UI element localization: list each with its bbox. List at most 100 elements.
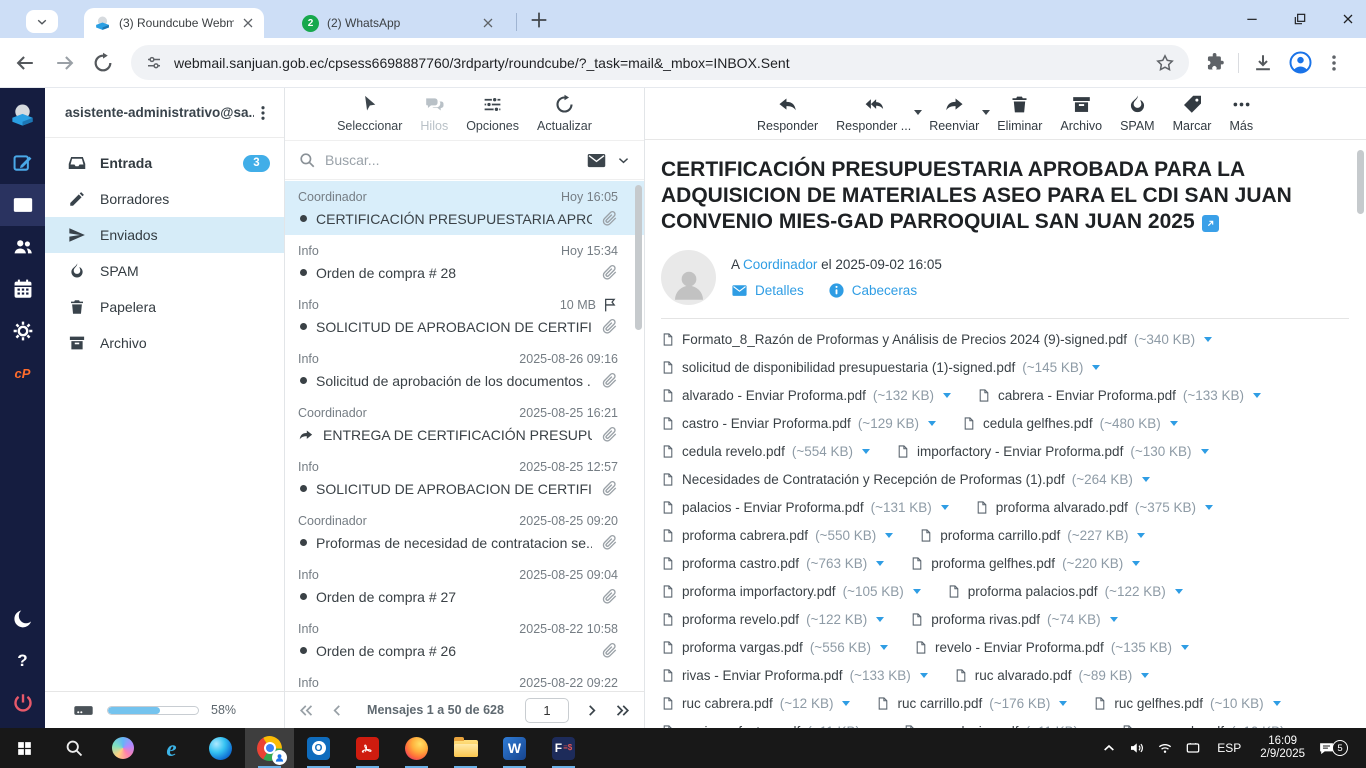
reload-button[interactable] <box>92 52 114 74</box>
page-number-input[interactable] <box>525 698 569 723</box>
attachment-menu-caret-icon[interactable] <box>920 673 928 678</box>
taskbar-search-button[interactable] <box>49 728 98 768</box>
tab-close-icon[interactable] <box>480 15 496 31</box>
attachment[interactable]: revelo - Enviar Proforma.pdf (~135 KB) <box>914 638 1189 657</box>
bookmark-star-icon[interactable] <box>1155 53 1175 73</box>
list-scrollbar[interactable] <box>635 185 642 330</box>
list-toolbar-button[interactable]: Seleccionar <box>337 94 402 140</box>
folder-item[interactable]: Entrada 3 <box>45 145 284 181</box>
acrobat-button[interactable] <box>343 728 392 768</box>
site-settings-icon[interactable] <box>145 54 163 72</box>
back-button[interactable] <box>14 52 36 74</box>
attachment[interactable]: proforma vargas.pdf (~556 KB) <box>661 638 888 657</box>
attachment-menu-caret-icon[interactable] <box>1110 617 1118 622</box>
rail-item-calendar[interactable] <box>0 268 45 310</box>
attachment[interactable]: proforma rivas.pdf (~74 KB) <box>910 610 1117 629</box>
folder-item[interactable]: SPAM <box>45 253 284 289</box>
attachment-menu-caret-icon[interactable] <box>1181 645 1189 650</box>
reader-toolbar-button[interactable]: Responder ... <box>836 94 911 139</box>
attachment[interactable]: ruc alvarado.pdf (~89 KB) <box>954 666 1149 685</box>
clock[interactable]: 16:09 2/9/2025 <box>1251 735 1314 762</box>
message-row[interactable]: Coordinador 2025-08-25 09:20 Proformas d… <box>285 505 644 559</box>
attachment[interactable]: proforma palacios.pdf (~122 KB) <box>947 582 1183 601</box>
search-options-chevron-icon[interactable] <box>616 153 631 168</box>
browser-tab-whatsapp[interactable]: 2 (2) WhatsApp <box>292 8 504 38</box>
folder-item[interactable]: Enviados <box>45 217 284 253</box>
attachment-menu-caret-icon[interactable] <box>928 421 936 426</box>
network-button[interactable] <box>1151 728 1179 768</box>
list-toolbar-button[interactable]: Actualizar <box>537 94 592 140</box>
roundcube-logo-icon[interactable] <box>0 88 45 142</box>
extensions-icon[interactable] <box>1204 52 1225 73</box>
account-menu-icon[interactable] <box>254 104 272 122</box>
attachment[interactable]: proforma carrillo.pdf (~227 KB) <box>919 526 1145 545</box>
tab-close-icon[interactable] <box>240 15 256 31</box>
first-page-button[interactable] <box>298 702 315 719</box>
attachment[interactable]: castro - Enviar Proforma.pdf (~129 KB) <box>661 414 936 433</box>
attachment-menu-caret-icon[interactable] <box>1137 533 1145 538</box>
folder-item[interactable]: Papelera <box>45 289 284 325</box>
chrome-button[interactable] <box>245 728 294 768</box>
rail-item-settings[interactable] <box>0 310 45 352</box>
message-row[interactable]: Info 2025-08-25 12:57 SOLICITUD DE APROB… <box>285 451 644 505</box>
attachment[interactable]: proforma cabrera.pdf (~550 KB) <box>661 526 893 545</box>
word-button[interactable]: W <box>490 728 539 768</box>
attachment-menu-caret-icon[interactable] <box>1059 701 1067 706</box>
profile-avatar-icon[interactable] <box>1288 50 1313 75</box>
attachment[interactable]: proforma imporfactory.pdf (~105 KB) <box>661 582 921 601</box>
attachment[interactable]: proforma alvarado.pdf (~375 KB) <box>975 498 1213 517</box>
dropdown-caret-icon[interactable] <box>982 110 990 115</box>
volume-button[interactable] <box>1123 728 1151 768</box>
rail-item-contacts[interactable] <box>0 226 45 268</box>
browser-menu-icon[interactable] <box>1324 53 1344 73</box>
attachment[interactable]: palacios - Enviar Proforma.pdf (~131 KB) <box>661 498 949 517</box>
recipient-name-link[interactable]: Coordinador <box>743 257 817 272</box>
reader-toolbar-button[interactable]: Eliminar <box>997 94 1042 139</box>
notification-center-button[interactable]: 5 <box>1314 728 1358 768</box>
compose-button[interactable] <box>0 142 45 184</box>
downloads-icon[interactable] <box>1252 52 1274 74</box>
list-toolbar-button[interactable]: Hilos <box>420 94 448 140</box>
attachment-menu-caret-icon[interactable] <box>1175 589 1183 594</box>
language-indicator[interactable]: ESP <box>1207 741 1251 755</box>
attachment-menu-caret-icon[interactable] <box>880 645 888 650</box>
outlook-button[interactable]: O <box>294 728 343 768</box>
attachment[interactable]: cabrera - Enviar Proforma.pdf (~133 KB) <box>977 386 1261 405</box>
internet-explorer-button[interactable]: e <box>147 728 196 768</box>
new-tab-button[interactable] <box>528 9 550 31</box>
attachment[interactable]: cedula revelo.pdf (~554 KB) <box>661 442 870 461</box>
attachment-menu-caret-icon[interactable] <box>943 393 951 398</box>
search-input[interactable] <box>325 152 577 168</box>
folder-item[interactable]: Archivo <box>45 325 284 361</box>
attachment-menu-caret-icon[interactable] <box>885 533 893 538</box>
previous-page-button[interactable] <box>329 702 346 719</box>
attachment[interactable]: Formato_8_Razón de Proformas y Análisis … <box>661 330 1212 349</box>
tab-list-chevron-icon[interactable] <box>26 10 58 33</box>
rail-item-mail[interactable] <box>0 184 45 226</box>
message-row[interactable]: Info 10 MB SOLICITUD DE APROBACION DE CE… <box>285 289 644 343</box>
attachment[interactable]: imporfactory - Enviar Proforma.pdf (~130… <box>896 442 1209 461</box>
help-button[interactable]: ? <box>0 640 45 682</box>
message-row[interactable]: Info 2025-08-26 09:16 Solicitud de aprob… <box>285 343 644 397</box>
attachment-menu-caret-icon[interactable] <box>876 617 884 622</box>
attachment[interactable]: cedula gelfhes.pdf (~480 KB) <box>962 414 1178 433</box>
connect-button[interactable] <box>1179 728 1207 768</box>
attachment-menu-caret-icon[interactable] <box>941 505 949 510</box>
message-row[interactable]: Info Hoy 15:34 Orden de compra # 28 <box>285 235 644 289</box>
attachment[interactable]: ruc carrillo.pdf (~176 KB) <box>876 694 1067 713</box>
copilot-button[interactable] <box>98 728 147 768</box>
attachment-menu-caret-icon[interactable] <box>1142 477 1150 482</box>
open-in-new-window-icon[interactable] <box>1202 215 1219 232</box>
attachment[interactable]: ruc gelfhes.pdf (~10 KB) <box>1093 694 1280 713</box>
message-row[interactable]: Info 2025-08-22 09:22 <box>285 667 644 691</box>
attachment-menu-caret-icon[interactable] <box>842 701 850 706</box>
attachment-menu-caret-icon[interactable] <box>1092 365 1100 370</box>
rail-item-cpanel[interactable]: cP <box>0 352 45 394</box>
message-row[interactable]: Info 2025-08-25 09:04 Orden de compra # … <box>285 559 644 613</box>
attachment-menu-caret-icon[interactable] <box>1204 337 1212 342</box>
attachment-menu-caret-icon[interactable] <box>1201 449 1209 454</box>
attachment[interactable]: ruc cabrera.pdf (~12 KB) <box>661 694 850 713</box>
details-link[interactable]: Detalles <box>755 283 804 298</box>
attachment[interactable]: Necesidades de Contratación y Recepción … <box>661 470 1150 489</box>
browser-tab-roundcube[interactable]: (3) Roundcube Webmail :: Envia <box>84 8 264 38</box>
